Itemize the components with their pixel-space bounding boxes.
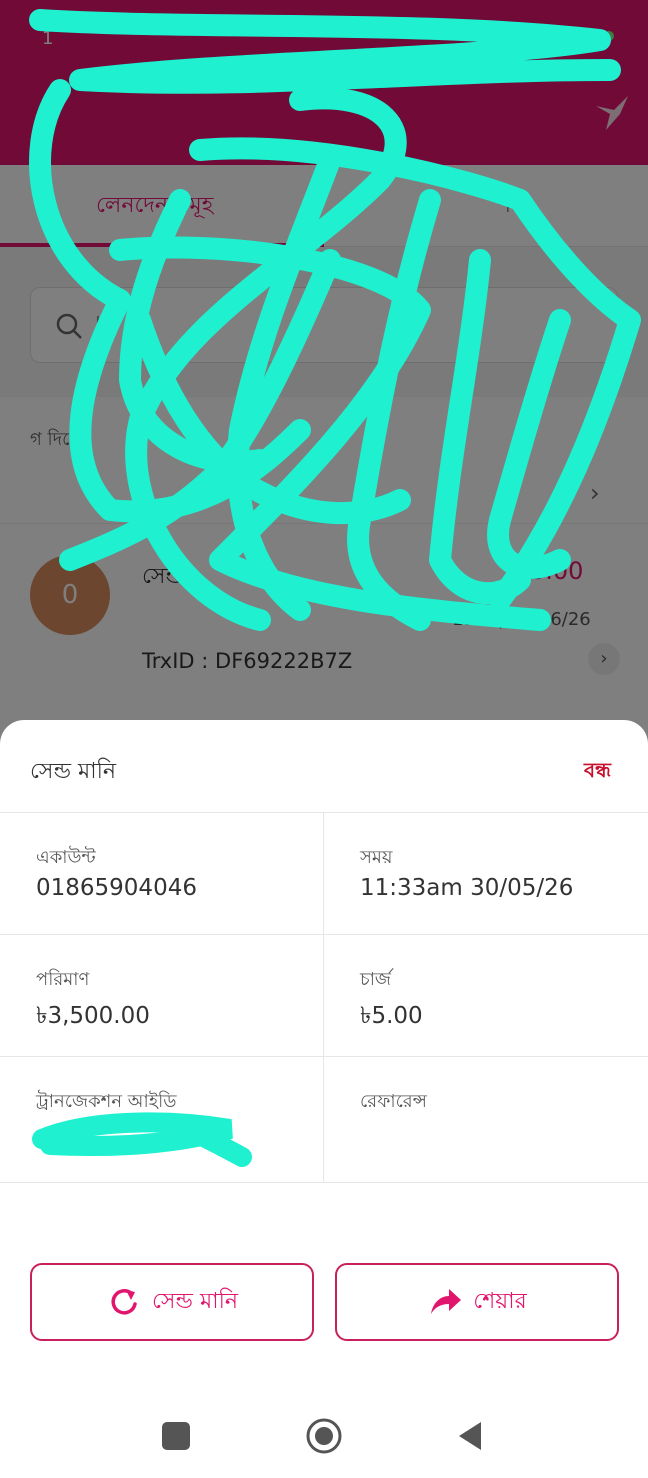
amount-cell: পরিমাণ ৳3,500.00 <box>0 935 324 1057</box>
reference-cell: রেফারেন্স <box>324 1057 648 1183</box>
redaction-scribble <box>32 1112 252 1167</box>
refresh-icon <box>111 1289 137 1315</box>
recents-icon[interactable] <box>162 1422 190 1450</box>
share-button[interactable]: শেয়ার <box>335 1263 619 1341</box>
back-icon[interactable] <box>455 1419 485 1453</box>
send-money-button[interactable]: সেন্ড মানি <box>30 1263 314 1341</box>
redaction-scribble <box>29 9 641 631</box>
time-label: সময় <box>360 847 393 868</box>
charge-value: ৳5.00 <box>360 1003 423 1029</box>
charge-cell: চার্জ ৳5.00 <box>324 935 648 1057</box>
send-money-label: সেন্ড মানি <box>151 1288 239 1314</box>
home-icon[interactable] <box>305 1417 343 1455</box>
share-label: শেয়ার <box>473 1288 527 1314</box>
account-value: 01865904046 <box>36 875 197 901</box>
amount-value: ৳3,500.00 <box>36 1003 150 1029</box>
sheet-header: সেন্ড মানি বন্ধ <box>0 720 648 813</box>
system-nav-bar <box>0 1400 648 1478</box>
close-button[interactable]: বন্ধ <box>584 756 611 789</box>
charge-label: চার্জ <box>360 969 392 990</box>
time-cell: সময় 11:33am 30/05/26 <box>324 813 648 935</box>
time-value: 11:33am 30/05/26 <box>360 875 574 901</box>
trxid-cell: ট্রানজেকশন আইডি <box>0 1057 324 1183</box>
amount-label: পরিমাণ <box>36 969 90 990</box>
account-label: একাউন্ট <box>36 847 96 868</box>
account-cell: একাউন্ট 01865904046 <box>0 813 324 935</box>
share-icon <box>431 1289 462 1314</box>
transaction-detail-sheet: সেন্ড মানি বন্ধ একাউন্ট 01865904046 সময়… <box>0 720 648 1478</box>
sheet-title: সেন্ড মানি <box>30 759 117 784</box>
reference-label: রেফারেন্স <box>360 1091 427 1112</box>
